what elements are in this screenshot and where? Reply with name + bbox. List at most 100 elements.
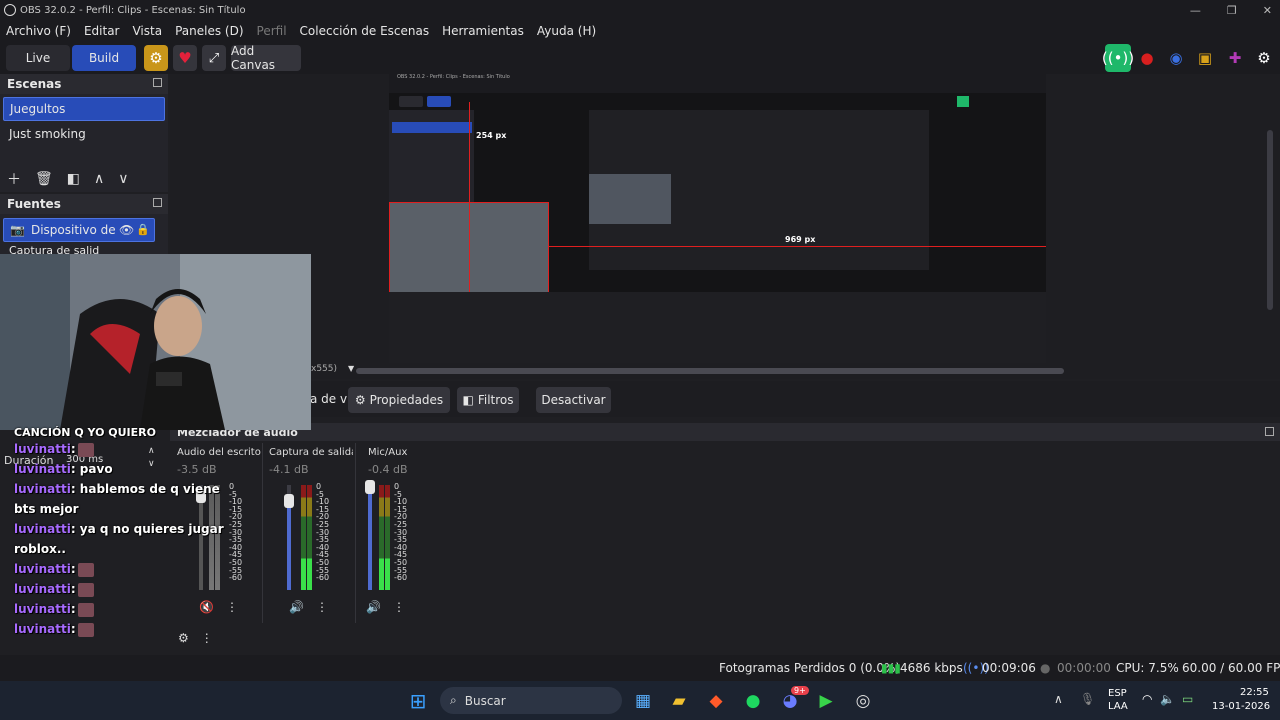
float-dock-icon[interactable]: [153, 78, 162, 87]
obs-logo-icon: [4, 4, 16, 16]
wifi-icon[interactable]: ◠: [1142, 692, 1152, 706]
volume-fader[interactable]: [365, 480, 375, 590]
gear-icon[interactable]: ⚙: [178, 631, 189, 645]
channel-divider: [262, 443, 263, 623]
maximize-button[interactable]: ❐: [1227, 4, 1237, 17]
stream-time: 00:09:06: [982, 661, 1036, 675]
lang-sub[interactable]: LAA: [1108, 701, 1128, 712]
windows-start-icon[interactable]: ⊞: [405, 688, 431, 714]
fader-knob[interactable]: [365, 480, 375, 495]
horizontal-scrollbar[interactable]: [356, 368, 1064, 374]
close-button[interactable]: ✕: [1263, 4, 1272, 17]
nested-broadcast: [957, 96, 969, 107]
broadcast-icon[interactable]: ((•)): [1102, 44, 1134, 72]
source-item-dispositivo[interactable]: 📷 Dispositivo de c 👁: [3, 218, 155, 242]
chat-message: luvinatti:: [14, 622, 94, 637]
record-icon[interactable]: ●: [1134, 44, 1160, 72]
mute-icon[interactable]: 🔇: [199, 600, 214, 614]
fader-fill: [368, 487, 372, 590]
menu-ayuda[interactable]: Ayuda (H): [537, 24, 596, 38]
chat-text: :: [70, 562, 76, 576]
clock-time[interactable]: 22:55: [1240, 687, 1269, 698]
chat-message: bts mejor: [14, 502, 79, 516]
channel-menu-icon[interactable]: ⋮: [316, 600, 328, 614]
scene-item-juegultos[interactable]: Juegultos: [3, 97, 165, 121]
gear-icon[interactable]: ⚙: [144, 45, 168, 71]
microphone-icon[interactable]: 🎙: [1080, 692, 1095, 706]
properties-button[interactable]: ⚙ Propiedades: [348, 387, 450, 413]
obs-icon[interactable]: ◎: [850, 688, 876, 714]
menu-perfil[interactable]: Perfil: [257, 24, 287, 38]
brave-icon[interactable]: ◆: [703, 688, 729, 714]
battery-icon[interactable]: ▭: [1182, 692, 1193, 706]
trash-icon[interactable]: 🗑: [35, 171, 53, 187]
build-mode-button[interactable]: Build: [72, 45, 136, 71]
replay-icon[interactable]: ▣: [1192, 44, 1218, 72]
channel-divider: [355, 443, 356, 623]
add-scene-icon[interactable]: ＋: [7, 169, 21, 189]
chat-text: :: [70, 582, 76, 596]
speaker-icon[interactable]: 🔊: [289, 600, 304, 614]
lock-icon[interactable]: 🔒: [136, 223, 150, 236]
clock-date[interactable]: 13-01-2026: [1212, 701, 1270, 712]
menu-herramientas[interactable]: Herramientas: [442, 24, 524, 38]
gear-icon: ⚙: [354, 393, 366, 407]
file-explorer-icon[interactable]: ▰: [666, 688, 692, 714]
filter-icon[interactable]: ◧: [67, 171, 80, 187]
eye-icon[interactable]: 👁: [119, 223, 134, 237]
fader-knob[interactable]: [284, 493, 294, 508]
settings-icon[interactable]: ⚙: [1251, 44, 1277, 72]
minimize-button[interactable]: —: [1190, 4, 1201, 17]
status-bar: Fotogramas Perdidos 0 (0.0%) ▮▮▮ 4686 kb…: [0, 655, 1280, 681]
lang-code[interactable]: ESP: [1108, 688, 1127, 699]
scene-item-just-smoking[interactable]: Just smoking: [3, 122, 165, 146]
vertical-scrollbar[interactable]: [1267, 130, 1273, 310]
filter-icon: ◧: [462, 393, 474, 407]
menu-paneles[interactable]: Paneles (D): [175, 24, 243, 38]
mixer-channel: Mic/Aux -0.4 dB 0 -5 -10 -15 -20 -25 -30 -35 -40…: [365, 443, 454, 633]
mixer-channel: Captura de salida d -4.1 dB 0-5-10-15-20…: [269, 443, 355, 633]
float-dock-icon[interactable]: [1265, 427, 1274, 436]
menu-vista[interactable]: Vista: [132, 24, 162, 38]
scenes-title: Escenas: [7, 77, 62, 91]
menu-editar[interactable]: Editar: [84, 24, 120, 38]
level-meter: [379, 485, 384, 590]
taskbar-search[interactable]: ⌕ Buscar: [440, 687, 622, 714]
heart-icon[interactable]: ♥: [173, 45, 197, 71]
add-canvas-button[interactable]: Add Canvas: [231, 44, 301, 72]
menu-archivo[interactable]: Archivo (F): [6, 24, 71, 38]
chat-message: roblox..: [14, 542, 66, 556]
store-icon[interactable]: ▦: [630, 688, 656, 714]
resolution-label: x555): [311, 364, 338, 374]
streamlabs-icon[interactable]: ▶: [813, 688, 839, 714]
deactivate-button[interactable]: Desactivar: [536, 387, 611, 413]
chat-username: luvinatti: [14, 522, 71, 536]
move-up-icon[interactable]: ∧: [94, 171, 104, 187]
virtual-cam-icon[interactable]: ◉: [1163, 44, 1189, 72]
volume-fader[interactable]: [196, 485, 206, 590]
channel-menu-icon[interactable]: ⋮: [226, 600, 238, 614]
volume-fader[interactable]: [284, 485, 294, 590]
chat-message: luvinatti: ya q no quieres jugar: [14, 522, 224, 536]
chat-header: CANCIÓN Q YO QUIERO: [14, 426, 156, 439]
studio-mode-icon[interactable]: ✚: [1222, 44, 1248, 72]
channel-menu-icon[interactable]: ⋮: [393, 600, 405, 614]
menu-coleccion-escenas[interactable]: Colección de Escenas: [300, 24, 430, 38]
volume-icon[interactable]: 🔈: [1160, 692, 1175, 706]
toolbar: Live Build ⚙ ♥ ⤢ Add Canvas ((•)) ● ◉ ▣ …: [0, 42, 1280, 74]
speaker-icon[interactable]: 🔊: [366, 600, 381, 614]
mixer-header: Mezclador de audio: [170, 423, 1280, 441]
dock-icon[interactable]: ⤢: [202, 45, 226, 71]
scenes-header: Escenas: [0, 74, 168, 94]
spotify-icon[interactable]: ●: [740, 688, 766, 714]
float-dock-icon[interactable]: [153, 198, 162, 207]
move-down-icon[interactable]: ∨: [118, 171, 128, 187]
mixer-menu-icon[interactable]: ⋮: [201, 631, 213, 645]
context-source-name: a de v: [310, 392, 348, 406]
chevron-up-icon[interactable]: ∧: [1054, 692, 1063, 706]
nested-live: [399, 96, 423, 107]
live-mode-button[interactable]: Live: [6, 45, 70, 71]
channel-name: Captura de salida d: [269, 447, 353, 458]
chevron-down-icon[interactable]: ▼: [348, 364, 354, 373]
filters-button[interactable]: ◧ Filtros: [457, 387, 519, 413]
